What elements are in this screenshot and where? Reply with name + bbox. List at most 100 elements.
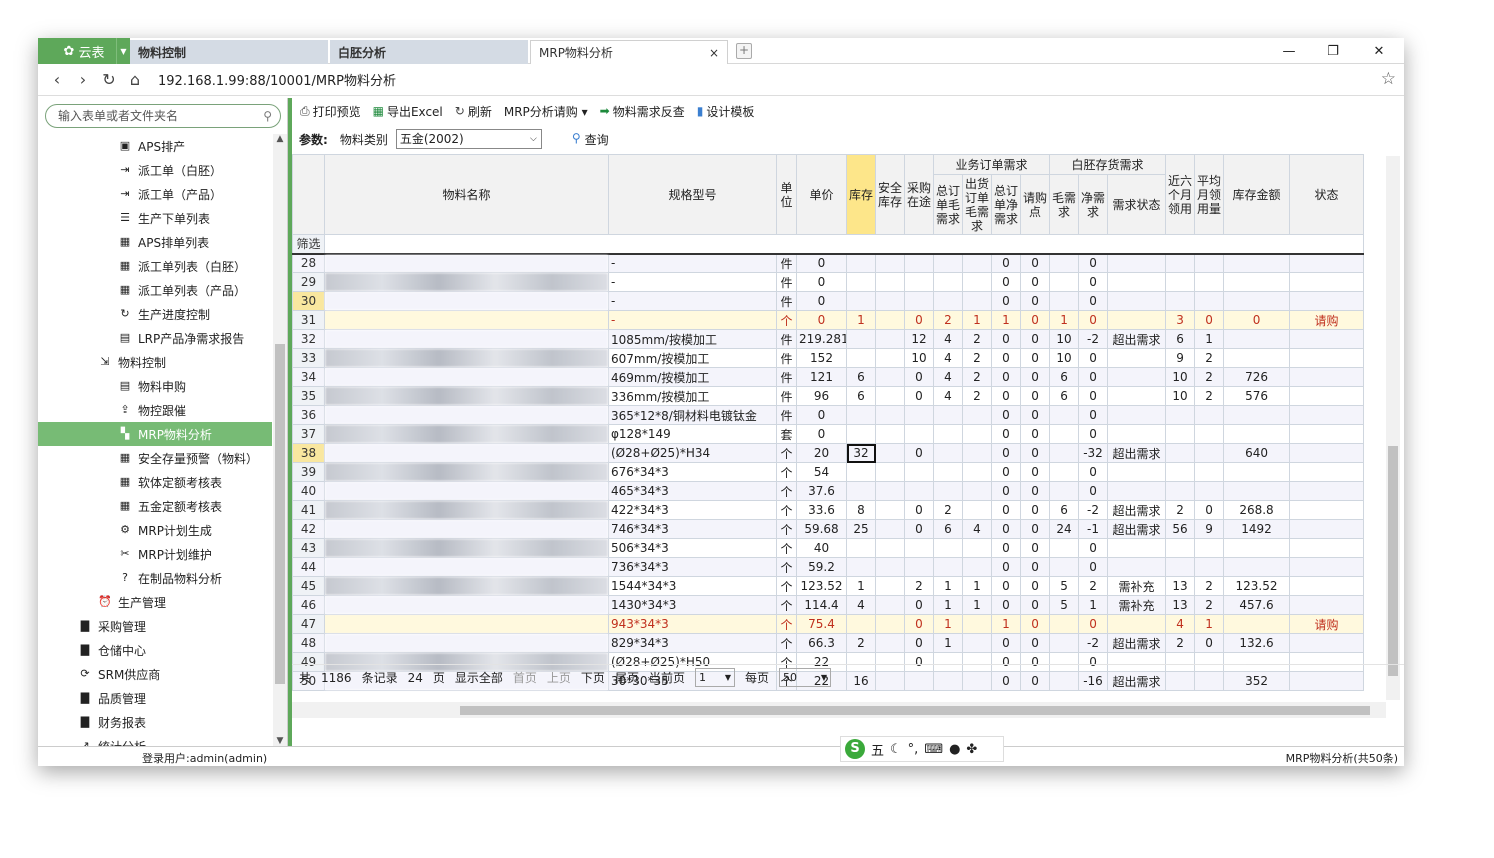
sidebar-item-18[interactable]: ? 在制品物料分析: [38, 566, 272, 590]
table-cell[interactable]: 1: [846, 310, 876, 330]
table-cell[interactable]: [875, 405, 905, 425]
table-cell[interactable]: [933, 481, 963, 501]
table-row[interactable]: 37 φ128*149 套 0 0 0 0: [292, 424, 1365, 444]
table-cell[interactable]: 726: [1223, 367, 1291, 387]
table-cell[interactable]: 0: [991, 538, 1021, 558]
sidebar-item-10[interactable]: ▤ 物料申购: [38, 374, 272, 398]
table-cell[interactable]: 152: [796, 348, 847, 368]
table-cell[interactable]: 746*34*3: [608, 519, 777, 539]
table-cell[interactable]: 10: [904, 348, 934, 368]
sidebar-item-16[interactable]: ⚙ MRP计划生成: [38, 518, 272, 542]
table-cell[interactable]: 576: [1223, 386, 1291, 406]
table-cell[interactable]: 0: [1078, 367, 1109, 387]
table-cell[interactable]: [846, 557, 876, 577]
table-row[interactable]: 30- 件 0 0 0 0: [292, 291, 1365, 311]
table-cell[interactable]: 59.68: [796, 519, 847, 539]
table-cell[interactable]: [962, 443, 992, 463]
close-tab-icon[interactable]: ×: [709, 46, 719, 60]
table-cell[interactable]: 1: [1078, 595, 1109, 615]
row-number[interactable]: 38: [292, 443, 325, 463]
per-page-select[interactable]: 50 ▼: [778, 668, 831, 687]
table-cell[interactable]: [1289, 462, 1365, 482]
material-name-cell[interactable]: [324, 595, 609, 615]
table-cell[interactable]: [904, 538, 934, 558]
table-cell[interactable]: [1049, 614, 1080, 634]
table-cell[interactable]: [962, 614, 992, 634]
header-safety[interactable]: 安全库存: [875, 154, 905, 235]
tab-material-control[interactable]: 物料控制: [130, 40, 328, 64]
header-total-gross[interactable]: 总订单毛需求: [933, 174, 963, 235]
table-cell[interactable]: [1049, 481, 1080, 501]
table-cell[interactable]: [875, 272, 905, 292]
sidebar-item-25[interactable]: ↗统计分析: [38, 734, 272, 746]
material-name-cell[interactable]: [324, 614, 609, 634]
table-cell[interactable]: [1289, 557, 1365, 577]
scroll-down-icon[interactable]: ▼: [273, 736, 287, 746]
material-name-cell[interactable]: [324, 405, 609, 425]
row-number[interactable]: 32: [292, 329, 325, 349]
table-cell[interactable]: 个: [776, 595, 797, 615]
sidebar-item-19[interactable]: ⏰ 生产管理: [38, 590, 272, 614]
table-cell[interactable]: [875, 443, 905, 463]
table-cell[interactable]: [1107, 424, 1167, 444]
table-cell[interactable]: 1: [846, 576, 876, 596]
table-cell[interactable]: [1165, 253, 1196, 273]
table-cell[interactable]: -2: [1078, 329, 1109, 349]
table-cell[interactable]: [846, 405, 876, 425]
table-cell[interactable]: [1194, 253, 1225, 273]
table-cell[interactable]: 0: [1019, 614, 1051, 634]
material-name-cell[interactable]: [324, 367, 609, 387]
row-number[interactable]: 33: [292, 348, 325, 368]
table-cell[interactable]: [904, 272, 934, 292]
material-name-cell[interactable]: [324, 538, 609, 558]
table-cell[interactable]: [933, 538, 963, 558]
table-cell[interactable]: 121: [796, 367, 847, 387]
material-name-cell[interactable]: [324, 291, 609, 311]
table-cell[interactable]: 件: [776, 348, 797, 368]
table-cell[interactable]: [875, 253, 905, 273]
header-reorder[interactable]: 请购点: [1019, 174, 1051, 235]
table-cell[interactable]: [875, 576, 905, 596]
row-number[interactable]: 39: [292, 462, 325, 482]
table-cell[interactable]: [1165, 405, 1196, 425]
table-cell[interactable]: [1049, 272, 1080, 292]
material-name-cell[interactable]: [324, 310, 609, 330]
sidebar-item-0[interactable]: ▣ APS排产: [38, 134, 272, 158]
table-cell[interactable]: 0: [1019, 538, 1051, 558]
table-cell[interactable]: 469mm/按模加工: [608, 367, 777, 387]
table-cell[interactable]: 超出需求: [1107, 443, 1167, 463]
table-cell[interactable]: [1289, 272, 1365, 292]
table-cell[interactable]: [1223, 538, 1291, 558]
table-cell[interactable]: 0: [991, 424, 1021, 444]
table-cell[interactable]: 件: [776, 253, 797, 273]
header-blank-net[interactable]: 净需求: [1078, 174, 1109, 235]
table-cell[interactable]: 10: [1165, 367, 1196, 387]
table-cell[interactable]: [962, 481, 992, 501]
table-cell[interactable]: [1289, 595, 1365, 615]
table-cell[interactable]: 个: [776, 500, 797, 520]
table-cell[interactable]: [1049, 424, 1080, 444]
table-cell[interactable]: [1194, 481, 1225, 501]
sidebar-item-9[interactable]: ⇲ 物料控制: [38, 350, 272, 374]
table-cell[interactable]: 0: [796, 310, 847, 330]
table-cell[interactable]: 0: [1019, 462, 1051, 482]
header-unit[interactable]: 单位: [776, 154, 797, 235]
table-cell[interactable]: 1: [933, 633, 963, 653]
table-cell[interactable]: 10: [1049, 329, 1080, 349]
material-name-cell[interactable]: [324, 329, 609, 349]
table-cell[interactable]: 1492: [1223, 519, 1291, 539]
table-cell[interactable]: [1223, 348, 1291, 368]
table-cell[interactable]: -1: [1078, 519, 1109, 539]
table-cell[interactable]: [1223, 462, 1291, 482]
row-number[interactable]: 41: [292, 500, 325, 520]
header-spec[interactable]: 规格型号: [608, 154, 777, 235]
table-cell[interactable]: 0: [796, 424, 847, 444]
table-cell[interactable]: 25: [846, 519, 876, 539]
table-cell[interactable]: 0: [991, 348, 1021, 368]
table-cell[interactable]: 33.6: [796, 500, 847, 520]
table-cell[interactable]: 个: [776, 576, 797, 596]
table-cell[interactable]: [846, 329, 876, 349]
table-cell[interactable]: 2: [1194, 348, 1225, 368]
table-cell[interactable]: 4: [962, 519, 992, 539]
table-cell[interactable]: [933, 291, 963, 311]
